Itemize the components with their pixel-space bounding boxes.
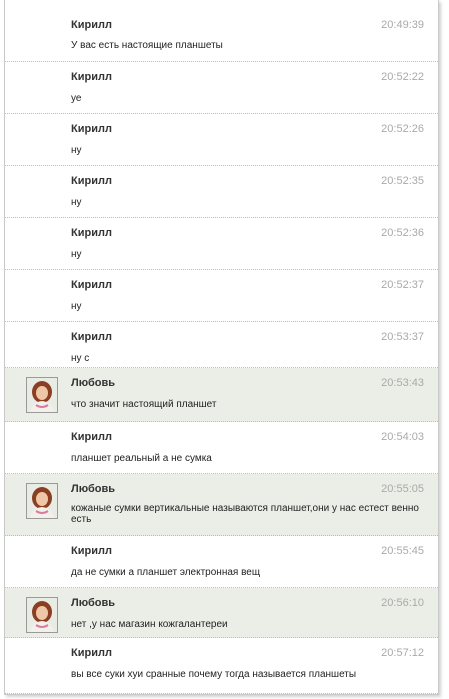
message-row: Кирилл 20:52:36 ну — [5, 218, 438, 270]
user-photo-avatar[interactable] — [26, 597, 58, 633]
message-time: 20:55:45 — [381, 545, 424, 557]
message-row: Кирилл 20:52:26 ну — [5, 114, 438, 166]
message-row: Кирилл 20:55:45 да не сумки а планшет эл… — [5, 536, 438, 588]
message-time: 20:53:37 — [381, 331, 424, 343]
message-author: Любовь — [71, 597, 116, 609]
message-row-highlighted: Любовь 20:53:43 что значит настоящий пла… — [5, 368, 438, 422]
message-time: 20:57:12 — [381, 647, 424, 659]
message-author: Любовь — [71, 483, 116, 495]
message-time: 20:52:35 — [381, 175, 424, 187]
message-author: Кирилл — [71, 279, 112, 291]
message-row: Кирилл 20:52:35 ну — [5, 166, 438, 218]
message-text: нет ,у нас магазин кожгалантереи — [71, 619, 228, 630]
message-author: Кирилл — [71, 19, 112, 31]
message-row-highlighted: Любовь 20:56:10 нет ,у нас магазин кожга… — [5, 588, 438, 638]
message-author: Кирилл — [71, 431, 112, 443]
message-author: Кирилл — [71, 331, 112, 343]
message-author: Кирилл — [71, 227, 112, 239]
message-text: планшет реальный а не сумка — [71, 453, 212, 464]
message-time: 20:52:26 — [381, 123, 424, 135]
message-author: Кирилл — [71, 175, 112, 187]
message-time: 20:55:05 — [381, 483, 424, 495]
message-row: Кирилл 20:54:03 планшет реальный а не су… — [5, 422, 438, 474]
user-photo-avatar[interactable] — [26, 377, 58, 413]
message-text: кожаные сумки вертикальные называются пл… — [71, 503, 419, 525]
message-time: 20:54:03 — [381, 431, 424, 443]
user-photo-avatar[interactable] — [26, 483, 58, 519]
message-author: Кирилл — [71, 123, 112, 135]
message-time: 20:56:10 — [381, 597, 424, 609]
message-time: 20:52:22 — [381, 71, 424, 83]
message-text: ну — [71, 197, 82, 208]
message-text: ну — [71, 301, 82, 312]
message-row: Кирилл 20:52:22 уе — [5, 62, 438, 114]
message-row: Кирилл 20:53:37 ну с — [5, 322, 438, 368]
message-author: Кирилл — [71, 71, 112, 83]
message-row: Кирилл 20:52:37 ну — [5, 270, 438, 322]
message-row: Кирилл 20:49:39 У вас есть настоящие пла… — [5, 0, 438, 62]
message-text: уе — [71, 93, 82, 104]
message-text: что значит настоящий планшет — [71, 399, 217, 410]
message-text: да не сумки а планшет электронная вещ — [71, 567, 261, 578]
message-time: 20:53:43 — [381, 377, 424, 389]
message-author: Кирилл — [71, 647, 112, 659]
message-author: Любовь — [71, 377, 116, 389]
chat-history: Кирилл 20:49:39 У вас есть настоящие пла… — [4, 0, 439, 695]
message-row-highlighted: Любовь 20:55:05 кожаные сумки вертикальн… — [5, 474, 438, 536]
message-text: вы все суки хуи сранные почему тогда наз… — [71, 669, 357, 680]
message-time: 20:49:39 — [381, 19, 424, 31]
message-author: Кирилл — [71, 545, 112, 557]
message-row: Кирилл 20:57:12 вы все суки хуи сранные … — [5, 638, 438, 694]
message-text: У вас есть настоящие планшеты — [71, 40, 223, 51]
message-time: 20:52:36 — [381, 227, 424, 239]
message-text: ну — [71, 145, 82, 156]
message-text: ну с — [71, 353, 90, 364]
message-text: ну — [71, 249, 82, 260]
message-time: 20:52:37 — [381, 279, 424, 291]
